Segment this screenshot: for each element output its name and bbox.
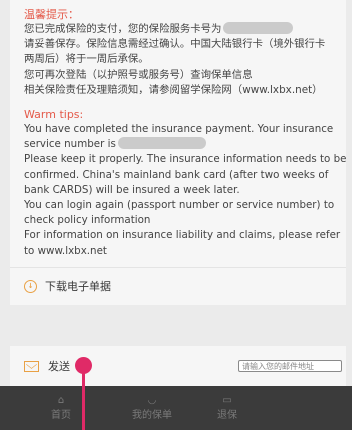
document-icon: ▭ (222, 395, 232, 406)
en-tip-line: check policy information (24, 214, 151, 227)
en-tip-line: You have completed the insurance payment… (24, 123, 334, 136)
send-button[interactable]: 发送 (48, 358, 70, 374)
cn-tip-line: 请妥善保存。保险信息需经过确认。中国大陆银行卡（境外银行卡 (24, 38, 326, 51)
tips-section: 温馨提示： 您已完成保险的支付，您的保险服务卡号为 请妥善保存。保险信息需经过确… (10, 0, 347, 267)
insurance-result-card: 温馨提示： 您已完成保险的支付，您的保险服务卡号为 请妥善保存。保险信息需经过确… (10, 0, 347, 305)
cn-tips-title: 温馨提示： (24, 8, 79, 21)
download-receipt-button[interactable]: ↓ 下载电子单据 (10, 268, 346, 305)
tab-label: 退保 (217, 410, 237, 421)
shield-icon: ◡ (147, 395, 157, 406)
mail-icon (24, 360, 39, 372)
section-gap (0, 338, 352, 346)
en-tip-line: Please keep it properly. The insurance i… (24, 153, 347, 166)
en-tip-line: service number is (24, 138, 116, 151)
en-tip-line: bank CARDS) will be insured a week later… (24, 183, 240, 196)
bottom-tab-bar: ⌂ 首页 ◡ 我的保单 ▭ 退保 (0, 386, 352, 430)
redacted-service-number (117, 137, 206, 150)
tab-label: 我的保单 (132, 410, 172, 421)
download-circle-icon: ↓ (24, 279, 37, 293)
download-label: 下载电子单据 (45, 280, 111, 294)
en-tip-line: For information on insurance liability a… (24, 229, 341, 242)
touch-cursor-stem (82, 372, 85, 430)
en-tips-title: Warm tips: (24, 108, 84, 122)
send-email-row: 发送 (10, 346, 346, 386)
en-tip-line: confirmed. China's mainland bank card (a… (24, 168, 329, 181)
cn-tip-line: 两周后）将于一周后承保。 (24, 53, 149, 66)
email-input[interactable] (238, 360, 342, 372)
tab-my-policies[interactable]: ◡ 我的保单 (122, 386, 182, 430)
tab-cancel-policy[interactable]: ▭ 退保 (197, 386, 257, 430)
redacted-service-number (223, 22, 294, 34)
cn-tip-line: 相关保险责任及理赔须知，请参阅留学保险网（www.lxbx.net） (24, 83, 323, 96)
cn-tip-line: 您已完成保险的支付，您的保险服务卡号为 (24, 23, 222, 35)
en-tip-line: to www.lxbx.net (24, 244, 107, 257)
en-tip-line: You can login again (passport number or … (24, 199, 335, 212)
cn-tip-line: 您可再次登陆（以护照号或服务号）查询保单信息 (24, 68, 253, 81)
